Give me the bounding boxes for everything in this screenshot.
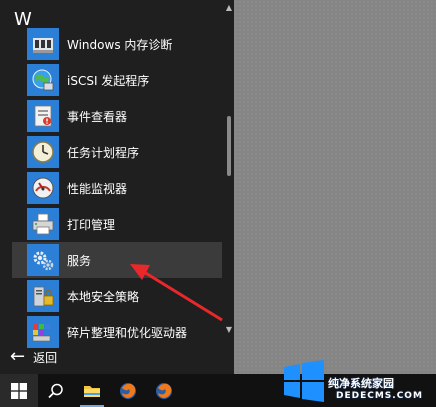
windows-flag-logo <box>284 360 324 402</box>
memory-chip-icon <box>27 28 59 60</box>
start-menu: W Windows 内存诊断 iSCSI 发起程序 事件查看器 任务计划程序 性… <box>0 0 234 374</box>
app-list-scrollbar[interactable]: ▲ ▼ <box>224 0 234 340</box>
clock-icon <box>27 136 59 168</box>
printer-icon <box>27 208 59 240</box>
app-item-label: Windows 内存诊断 <box>67 37 173 52</box>
gauge-icon <box>27 172 59 204</box>
app-item-label: iSCSI 发起程序 <box>67 73 150 88</box>
app-item-label: 任务计划程序 <box>67 145 140 160</box>
app-item-memory-diagnostic[interactable]: Windows 内存诊断 <box>0 26 224 62</box>
taskbar-firefox-2[interactable] <box>146 374 182 407</box>
search-button[interactable] <box>38 374 74 407</box>
app-item-local-security-policy[interactable]: 本地安全策略 <box>0 278 224 314</box>
start-button[interactable] <box>0 374 38 407</box>
windows-logo-icon <box>11 382 27 399</box>
firefox-icon <box>120 382 136 399</box>
watermark: 纯净系统家园 DEDECMS.COM <box>280 355 436 407</box>
watermark-url: DEDECMS.COM <box>336 391 423 401</box>
app-item-services[interactable]: 服务 <box>12 242 222 278</box>
scrollbar-thumb[interactable] <box>227 116 231 176</box>
app-item-label: 本地安全策略 <box>67 289 140 304</box>
globe-network-icon <box>27 64 59 96</box>
back-button[interactable]: ← 返回 <box>0 342 234 372</box>
app-item-print-management[interactable]: 打印管理 <box>0 206 224 242</box>
security-server-icon <box>27 280 59 312</box>
taskbar-firefox-1[interactable] <box>110 374 146 407</box>
search-icon <box>48 383 63 398</box>
app-item-performance-monitor[interactable]: 性能监视器 <box>0 170 224 206</box>
taskbar-file-explorer[interactable] <box>74 374 110 407</box>
app-item-event-viewer[interactable]: 事件查看器 <box>0 98 224 134</box>
app-list: Windows 内存诊断 iSCSI 发起程序 事件查看器 任务计划程序 性能监… <box>0 26 224 350</box>
app-item-label: 碎片整理和优化驱动器 <box>67 325 188 340</box>
app-item-label: 打印管理 <box>67 217 116 232</box>
firefox-icon <box>156 382 172 399</box>
back-label: 返回 <box>33 350 58 365</box>
folder-icon <box>84 385 100 397</box>
watermark-text: 纯净系统家园 <box>328 377 394 390</box>
back-arrow-icon: ← <box>10 346 26 367</box>
app-item-label: 事件查看器 <box>67 109 128 124</box>
event-viewer-icon <box>27 100 59 132</box>
app-item-iscsi-initiator[interactable]: iSCSI 发起程序 <box>0 62 224 98</box>
scroll-up-arrow-icon[interactable]: ▲ <box>224 2 234 14</box>
desktop-background <box>234 0 436 374</box>
app-item-label: 服务 <box>67 253 92 268</box>
app-item-label: 性能监视器 <box>67 181 128 196</box>
app-item-task-scheduler[interactable]: 任务计划程序 <box>0 134 224 170</box>
gears-icon <box>27 244 59 276</box>
scroll-down-arrow-icon[interactable]: ▼ <box>224 324 234 336</box>
